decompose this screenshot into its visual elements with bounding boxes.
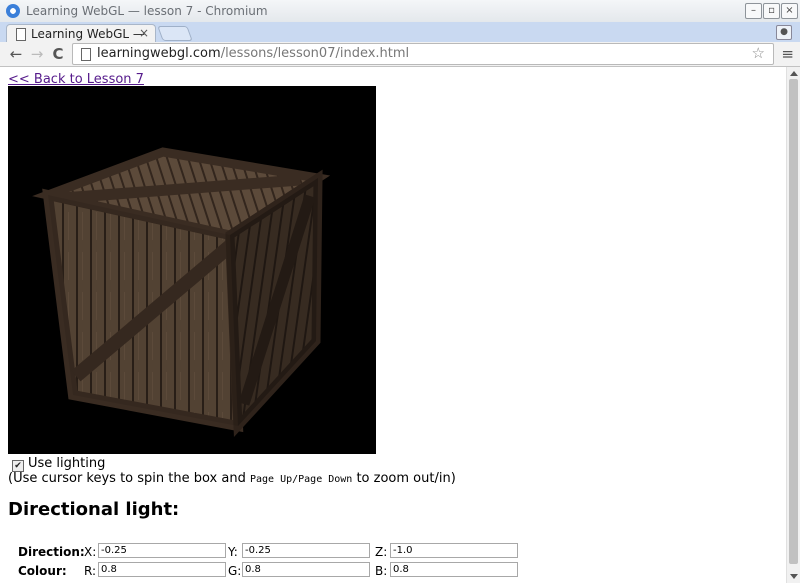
g-label: G:: [228, 564, 242, 578]
colour-label: Colour:: [18, 564, 67, 578]
vertical-scrollbar[interactable]: [786, 67, 800, 583]
maximize-button[interactable]: ▫: [763, 3, 780, 19]
scroll-up-arrow-icon[interactable]: [790, 71, 798, 76]
b-label: B:: [375, 564, 388, 578]
scroll-down-arrow-icon[interactable]: [790, 574, 798, 579]
back-arrow-icon[interactable]: ←: [6, 44, 26, 64]
browser-toolbar: ← → C learningwebgl.com/lessons/lesson07…: [0, 42, 800, 67]
reload-icon[interactable]: C: [48, 44, 68, 64]
window-title: Learning WebGL — lesson 7 - Chromium: [26, 4, 268, 18]
direction-y-input[interactable]: [242, 543, 370, 558]
controls-hint: (Use cursor keys to spin the box and Pag…: [8, 471, 456, 486]
z-label: Z:: [375, 545, 388, 559]
new-tab-button[interactable]: [157, 26, 193, 41]
menu-icon[interactable]: ≡: [781, 45, 794, 63]
profile-icon[interactable]: ●: [776, 25, 792, 40]
url-path: /lessons/lesson07/index.html: [220, 46, 410, 61]
bookmark-star-icon[interactable]: ☆: [752, 44, 765, 62]
y-label: Y:: [228, 545, 238, 559]
scrollbar-thumb[interactable]: [789, 79, 798, 564]
colour-g-input[interactable]: [242, 562, 370, 577]
hint-text: (Use cursor keys to spin the box and: [8, 471, 250, 486]
minimize-button[interactable]: –: [745, 3, 762, 19]
close-window-button[interactable]: ×: [781, 3, 798, 19]
address-bar[interactable]: learningwebgl.com/lessons/lesson07/index…: [72, 43, 774, 65]
url-text[interactable]: learningwebgl.com/lessons/lesson07/index…: [97, 46, 409, 61]
r-label: R:: [84, 564, 97, 578]
colour-b-input[interactable]: [390, 562, 518, 577]
tab-close-icon[interactable]: ×: [139, 26, 149, 40]
directional-light-heading: Directional light:: [8, 499, 180, 520]
page-icon: [16, 28, 26, 41]
direction-label: Direction:: [18, 545, 85, 559]
page-viewport: << Back to Lesson 7 ✔ Use lighting (Use …: [0, 67, 786, 583]
window-titlebar: Learning WebGL — lesson 7 - Chromium – ▫…: [0, 0, 800, 23]
tab-title: Learning WebGL —: [31, 27, 145, 41]
direction-z-input[interactable]: [390, 543, 518, 558]
url-host: learningwebgl.com: [97, 46, 221, 61]
use-lighting-label: Use lighting: [28, 456, 106, 471]
chromium-icon: [6, 4, 20, 18]
direction-x-input[interactable]: [98, 543, 226, 558]
tab-learning-webgl[interactable]: Learning WebGL — ×: [6, 24, 156, 43]
webgl-canvas[interactable]: [8, 86, 376, 454]
page-icon: [81, 48, 91, 61]
forward-arrow-icon[interactable]: →: [27, 44, 47, 64]
hint-keys: Page Up/Page Down: [249, 474, 353, 485]
back-to-lesson-link[interactable]: << Back to Lesson 7: [8, 72, 144, 87]
tab-strip: Learning WebGL — × ●: [0, 22, 800, 43]
colour-r-input[interactable]: [98, 562, 226, 577]
use-lighting-row: ✔ Use lighting: [8, 456, 105, 472]
hint-text-end: to zoom out/in): [352, 471, 456, 486]
x-label: X:: [84, 545, 97, 559]
